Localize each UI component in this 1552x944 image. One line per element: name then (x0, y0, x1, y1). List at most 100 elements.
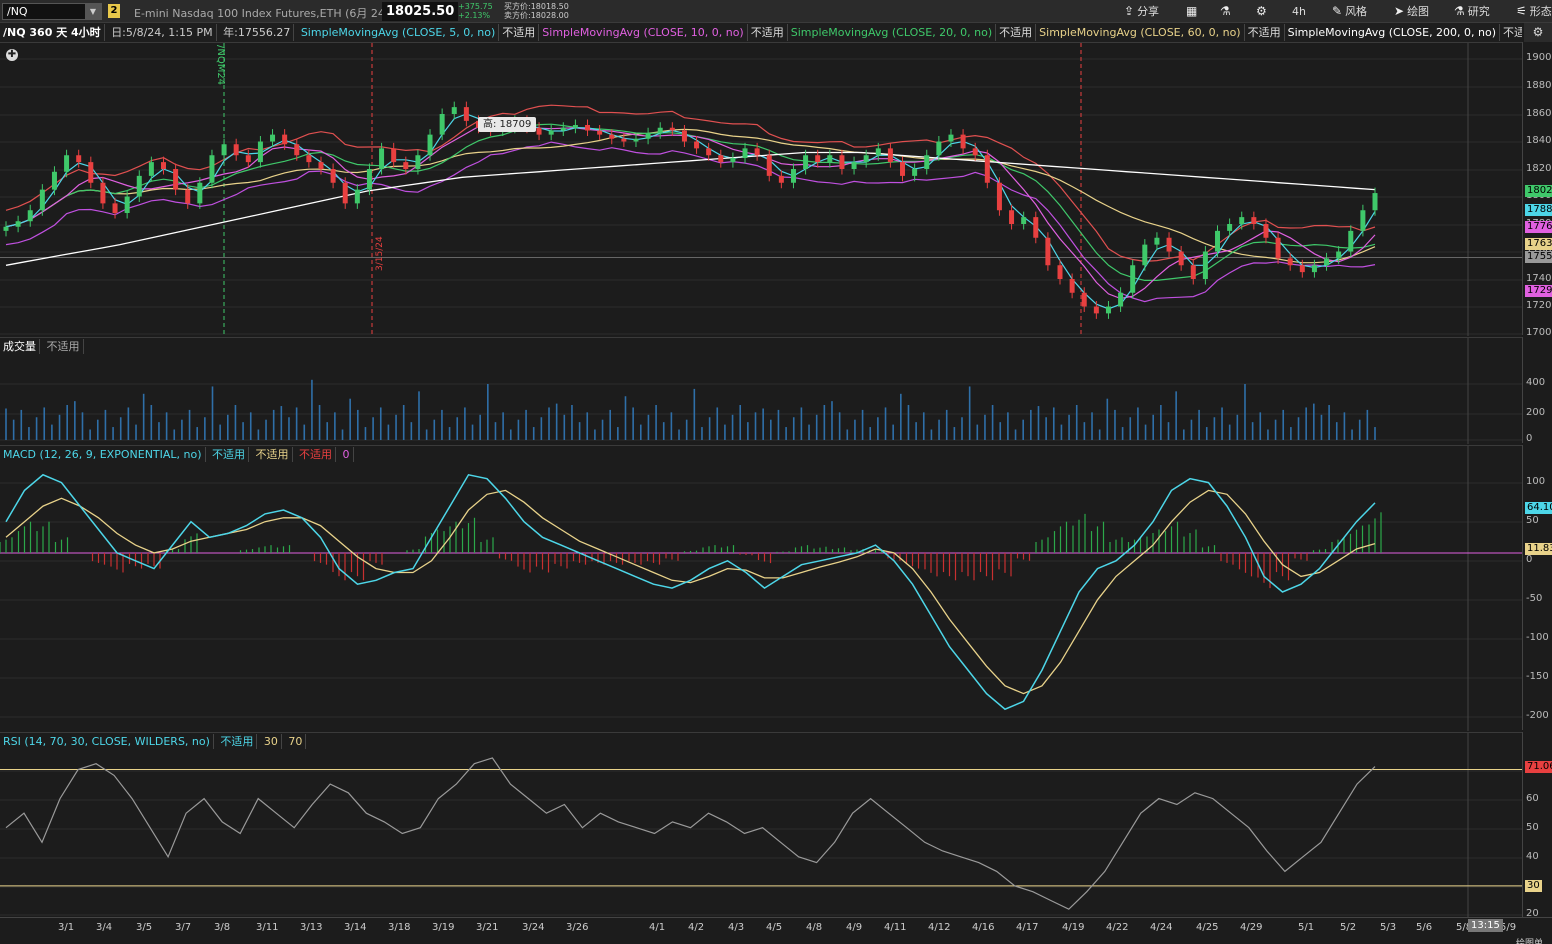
share-icon-button[interactable]: ⇪ 分享 (1124, 3, 1159, 20)
volume-bar (655, 405, 657, 440)
chart-title: /NQ 360 天 4小时 (0, 24, 105, 41)
candle-body (403, 162, 409, 169)
macd-panel[interactable]: MACD (12, 26, 9, EXPONENTIAL, no) 不适用 不适… (0, 445, 1522, 731)
volume-bar (357, 409, 359, 440)
volume-bar (708, 417, 711, 440)
cursor-icon: ➤ (1394, 4, 1405, 18)
calendar-icon-button[interactable]: ▦ (1186, 3, 1197, 20)
volume-bar (1106, 398, 1109, 440)
red-date-marker: 3/15/24 (375, 236, 385, 271)
volume-bar (617, 427, 619, 440)
volume-bar (272, 409, 275, 440)
study-value-3: 不适用 (1245, 24, 1285, 41)
volume-axis[interactable]: 400 200 0 (1522, 337, 1552, 444)
study-label-4[interactable]: SimpleMovingAvg (CLOSE, 200, 0, no) (1285, 24, 1501, 41)
volume-bar (1335, 422, 1338, 440)
candle-body (415, 155, 421, 169)
candle-body (790, 169, 796, 183)
chevron-down-icon[interactable]: ▼ (85, 4, 101, 19)
rsi-overbought: 70 (285, 734, 307, 749)
axis-tick-label: 18400 (1526, 135, 1552, 146)
candle-body (1130, 265, 1136, 293)
volume-bar (112, 427, 114, 440)
volume-bar (135, 424, 137, 440)
macd-chart-svg (0, 446, 1522, 731)
study-label-0[interactable]: SimpleMovingAvg (CLOSE, 5, 0, no) (298, 24, 500, 41)
time-tick-label: 4/16 (972, 922, 995, 933)
rsi-chart-svg (0, 733, 1522, 918)
volume-bar (150, 405, 153, 440)
volume-bar (601, 419, 604, 440)
timeframe-button[interactable]: 4h (1292, 3, 1306, 20)
flask2-icon-button[interactable]: ⚗ 研究 (1454, 3, 1490, 20)
volume-bar (938, 419, 940, 440)
time-tick-label: 4/25 (1196, 922, 1219, 933)
cursor-icon-button[interactable]: ➤ 绘图 (1394, 3, 1429, 20)
macd-axis[interactable]: 100 50 0 -50 -100 -150 -200 64.10 11.83 (1522, 445, 1552, 730)
gear-icon-button[interactable]: ⚙ (1256, 3, 1267, 20)
candle-body (815, 155, 821, 163)
axis-tick-label: 18600 (1526, 108, 1552, 119)
collapse-icon[interactable]: ✚ (6, 49, 18, 61)
candle-body (379, 148, 385, 169)
volume-bar (678, 429, 680, 440)
study-label-1[interactable]: SimpleMovingAvg (CLOSE, 10, 0, no) (539, 24, 748, 41)
volume-bar (311, 379, 313, 440)
candle-body (1057, 265, 1063, 279)
rsi-legend: RSI (14, 70, 30, CLOSE, WILDERS, no) 不适用… (0, 733, 307, 750)
volume-bar (1152, 414, 1155, 440)
volume-bar (188, 409, 191, 440)
volume-bar (838, 412, 841, 440)
rsi-panel[interactable]: RSI (14, 70, 30, CLOSE, WILDERS, no) 不适用… (0, 732, 1522, 918)
candle-body (1142, 244, 1148, 266)
time-tick-label: 4/2 (688, 922, 705, 933)
candle-body (754, 148, 760, 156)
volume-bar (104, 409, 107, 440)
volume-bar (815, 414, 818, 440)
volume-bar (869, 427, 872, 440)
link-group-badge[interactable]: 2 (108, 4, 120, 18)
style-icon-button[interactable]: ✎ 风格 (1332, 3, 1367, 20)
volume-bar (1351, 429, 1353, 440)
time-tick-label: 3/8 (214, 922, 231, 933)
time-axis[interactable]: 绘图单 3/1 3/4 3/5 3/7 3/8 3/11 3/13 3/14 3/18 3/19 3… (0, 917, 1552, 944)
candle-body (1202, 251, 1208, 279)
candle-body (173, 169, 179, 190)
study-label-3[interactable]: SimpleMovingAvg (CLOSE, 60, 0, no) (1036, 24, 1245, 41)
price-chart-svg (0, 43, 1522, 336)
rsi-axis[interactable]: 70605040302071.0630 (1522, 732, 1552, 919)
symbol-input[interactable]: /NQ ▼ (2, 3, 102, 20)
chart-settings-icon[interactable]: ⚙ (1524, 23, 1552, 42)
volume-bar (43, 407, 46, 440)
candle-body (451, 107, 457, 114)
volume-bar (364, 427, 367, 440)
volume-panel[interactable]: 成交量 不适用 (0, 337, 1522, 444)
draw-list-label[interactable]: 绘图单 (1516, 936, 1543, 944)
price-panel[interactable]: ✚ 高: 18709 /NQM24 3/15/24 (0, 42, 1522, 336)
volume-bar (471, 424, 474, 440)
axis-tick-label: -200 (1526, 710, 1549, 721)
macd-value: 不适用 (209, 447, 250, 462)
rsi-title: RSI (14, 70, 30, CLOSE, WILDERS, no) (0, 734, 214, 749)
flask-icon-button[interactable]: ⚗ (1220, 3, 1231, 20)
volume-bar (823, 405, 826, 440)
candle-body (1045, 237, 1051, 266)
candle-body (76, 155, 82, 163)
candle-body (330, 169, 336, 183)
candle-body (972, 148, 978, 156)
pattern-icon-button[interactable]: ⚟ 形态 (1516, 3, 1552, 20)
study-label-2[interactable]: SimpleMovingAvg (CLOSE, 20, 0, no) (788, 24, 997, 41)
axis-value-tag: 1729 (1525, 285, 1552, 297)
volume-bar (1221, 407, 1223, 440)
volume-bar (900, 393, 902, 440)
price-axis[interactable]: 1900018800186001840018200180001780017600… (1522, 42, 1552, 338)
candle-body (863, 155, 869, 163)
candle-body (233, 144, 239, 156)
high-price-tag: 高: 18709 (478, 117, 537, 132)
axis-tick-label: 100 (1526, 476, 1546, 487)
candle-body (633, 138, 639, 142)
volume-chart-svg (0, 338, 1522, 444)
volume-bar (242, 422, 244, 440)
candle-body (366, 169, 372, 190)
volume-bar (1144, 424, 1147, 440)
